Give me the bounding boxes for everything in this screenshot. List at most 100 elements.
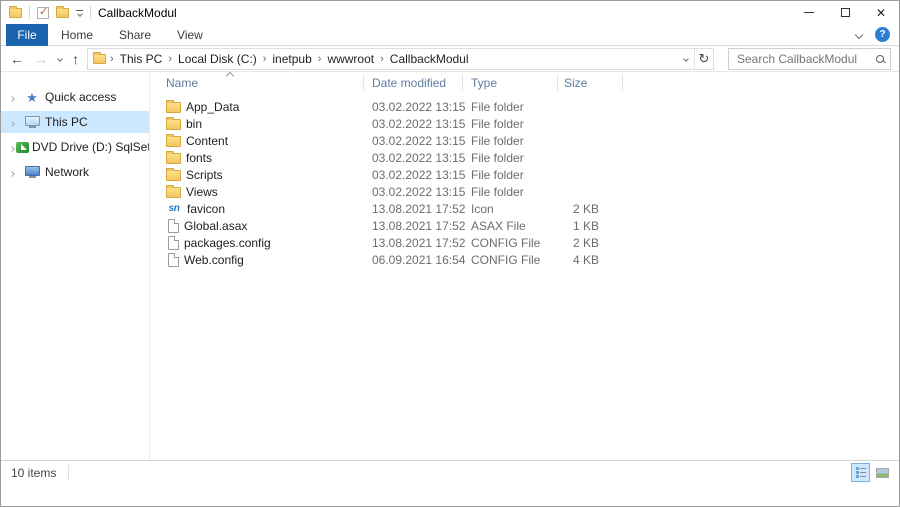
table-row[interactable]: snfavicon 13.08.2021 17:52 Icon 2 KB bbox=[151, 200, 899, 217]
type-cell: CONFIG File bbox=[463, 236, 558, 250]
file-name-cell[interactable]: packages.config bbox=[151, 236, 364, 250]
customize-toolbar-dropdown-icon[interactable] bbox=[76, 10, 83, 16]
type-cell: File folder bbox=[463, 168, 558, 182]
table-row[interactable]: fonts 03.02.2022 13:15 File folder bbox=[151, 149, 899, 166]
table-row[interactable]: Content 03.02.2022 13:15 File folder bbox=[151, 132, 899, 149]
tab-home[interactable]: Home bbox=[48, 24, 106, 46]
file-name-cell[interactable]: Views bbox=[151, 185, 364, 199]
details-view-icon bbox=[856, 467, 866, 478]
tab-file[interactable]: File bbox=[6, 24, 48, 46]
table-row[interactable]: packages.config 13.08.2021 17:52 CONFIG … bbox=[151, 234, 899, 251]
breadcrumb-item[interactable]: This PC bbox=[118, 52, 165, 66]
close-button[interactable]: ✕ bbox=[863, 1, 899, 24]
file-type-icon bbox=[166, 102, 181, 113]
sidebar-item[interactable]: This PC bbox=[1, 111, 149, 133]
recent-locations-dropdown-icon[interactable] bbox=[57, 56, 63, 62]
main-area: ★ Quick access This PC DVD Drive (D:) Sq… bbox=[1, 72, 899, 484]
search-box[interactable]: Search CallbackModul bbox=[728, 48, 891, 70]
breadcrumb: › This PC › Local Disk (C:) › inetpub › … bbox=[106, 52, 471, 66]
sidebar-item[interactable]: Network bbox=[1, 161, 149, 183]
window-title: CallbackModul bbox=[98, 6, 177, 20]
expand-chevron-icon[interactable] bbox=[10, 140, 14, 154]
file-name-cell[interactable]: fonts bbox=[151, 151, 364, 165]
file-name: Content bbox=[186, 134, 228, 148]
expand-chevron-icon[interactable] bbox=[10, 90, 20, 104]
date-modified-cell: 13.08.2021 17:52 bbox=[364, 236, 463, 250]
forward-button[interactable]: → bbox=[34, 52, 48, 66]
details-view-button[interactable] bbox=[851, 463, 870, 482]
address-dropdown-icon[interactable] bbox=[677, 49, 694, 69]
explorer-window: CallbackModul ✕ File Home Share View ? ←… bbox=[0, 0, 900, 507]
sidebar-item[interactable]: ★ Quick access bbox=[1, 86, 149, 108]
column-header-type[interactable]: Type bbox=[463, 74, 558, 91]
date-modified-cell: 03.02.2022 13:15 bbox=[364, 185, 463, 199]
column-header-name[interactable]: Name bbox=[151, 74, 364, 91]
minimize-button[interactable] bbox=[791, 1, 827, 24]
address-bar-controls: ↻ bbox=[677, 49, 713, 69]
sidebar-item-label: This PC bbox=[45, 115, 88, 129]
expand-chevron-icon[interactable] bbox=[10, 115, 20, 129]
window-controls: ✕ bbox=[791, 1, 899, 24]
table-row[interactable]: bin 03.02.2022 13:15 File folder bbox=[151, 115, 899, 132]
file-name-cell[interactable]: Global.asax bbox=[151, 219, 364, 233]
new-folder-icon[interactable] bbox=[56, 8, 69, 18]
date-modified-cell: 03.02.2022 13:15 bbox=[364, 134, 463, 148]
file-name-cell[interactable]: Web.config bbox=[151, 253, 364, 267]
breadcrumb-separator-icon: › bbox=[314, 53, 326, 65]
ribbon-tab-bar: File Home Share View ? bbox=[1, 24, 899, 46]
collapse-ribbon-icon[interactable] bbox=[855, 30, 863, 38]
maximize-button[interactable] bbox=[827, 1, 863, 24]
file-type-icon: sn bbox=[166, 201, 182, 216]
size-cell: 1 KB bbox=[558, 219, 623, 233]
divider bbox=[90, 6, 91, 19]
breadcrumb-item[interactable]: inetpub bbox=[270, 52, 313, 66]
date-modified-cell: 06.09.2021 16:54 bbox=[364, 253, 463, 267]
status-bar: 10 items bbox=[1, 460, 899, 484]
file-name-cell[interactable]: snfavicon bbox=[151, 201, 364, 216]
location-folder-icon bbox=[93, 54, 106, 64]
sidebar-item-label: Quick access bbox=[45, 90, 116, 104]
sidebar-item-icon bbox=[22, 116, 42, 129]
properties-checkbox-icon[interactable] bbox=[37, 7, 49, 19]
table-row[interactable]: App_Data 03.02.2022 13:15 File folder bbox=[151, 98, 899, 115]
expand-chevron-icon[interactable] bbox=[10, 165, 20, 179]
table-row[interactable]: Global.asax 13.08.2021 17:52 ASAX File 1… bbox=[151, 217, 899, 234]
size-cell: 4 KB bbox=[558, 253, 623, 267]
table-row[interactable]: Web.config 06.09.2021 16:54 CONFIG File … bbox=[151, 251, 899, 268]
up-button[interactable]: ↑ bbox=[72, 52, 79, 66]
file-type-icon bbox=[166, 187, 181, 198]
divider bbox=[68, 465, 69, 480]
view-toggles bbox=[851, 463, 899, 482]
search-input[interactable]: Search CallbackModul bbox=[737, 52, 876, 66]
date-modified-cell: 03.02.2022 13:15 bbox=[364, 117, 463, 131]
type-cell: CONFIG File bbox=[463, 253, 558, 267]
file-name-cell[interactable]: Content bbox=[151, 134, 364, 148]
file-name-cell[interactable]: App_Data bbox=[151, 100, 364, 114]
file-name-cell[interactable]: Scripts bbox=[151, 168, 364, 182]
navigation-pane: ★ Quick access This PC DVD Drive (D:) Sq… bbox=[1, 72, 150, 484]
column-headers: Name Date modified Type Size bbox=[151, 72, 899, 93]
back-button[interactable]: ← bbox=[10, 52, 24, 66]
table-row[interactable]: Scripts 03.02.2022 13:15 File folder bbox=[151, 166, 899, 183]
type-cell: File folder bbox=[463, 151, 558, 165]
table-row[interactable]: Views 03.02.2022 13:15 File folder bbox=[151, 183, 899, 200]
breadcrumb-item[interactable]: CallbackModul bbox=[388, 52, 471, 66]
sidebar-item-label: DVD Drive (D:) SqlSetup_xt bbox=[32, 140, 149, 154]
help-icon[interactable]: ? bbox=[875, 27, 890, 42]
breadcrumb-item[interactable]: Local Disk (C:) bbox=[176, 52, 259, 66]
column-header-size[interactable]: Size bbox=[558, 74, 623, 91]
tab-view[interactable]: View bbox=[164, 24, 216, 46]
thumbnails-view-button[interactable] bbox=[873, 463, 892, 482]
date-modified-cell: 03.02.2022 13:15 bbox=[364, 168, 463, 182]
refresh-icon[interactable]: ↻ bbox=[694, 49, 713, 69]
address-bar[interactable]: › This PC › Local Disk (C:) › inetpub › … bbox=[87, 48, 714, 70]
file-type-icon bbox=[168, 253, 179, 267]
file-name-cell[interactable]: bin bbox=[151, 117, 364, 131]
date-modified-cell: 13.08.2021 17:52 bbox=[364, 219, 463, 233]
tab-share[interactable]: Share bbox=[106, 24, 164, 46]
search-icon[interactable] bbox=[876, 55, 884, 63]
breadcrumb-item[interactable]: wwwroot bbox=[325, 52, 376, 66]
column-header-date-modified[interactable]: Date modified bbox=[364, 74, 463, 91]
file-type-icon bbox=[166, 136, 181, 147]
sidebar-item[interactable]: DVD Drive (D:) SqlSetup_xt bbox=[1, 136, 149, 158]
